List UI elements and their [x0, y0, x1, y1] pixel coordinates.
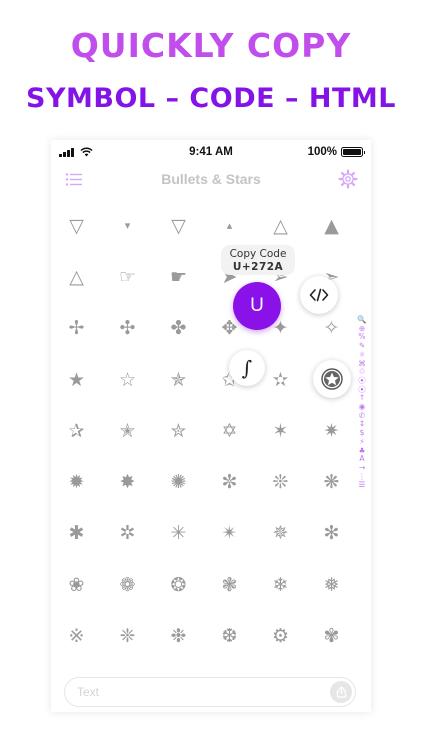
symbol-cell[interactable]: ❉	[153, 610, 204, 661]
symbol-cell[interactable]: ❈	[102, 610, 153, 661]
symbol-cell[interactable]: △	[51, 251, 102, 302]
symbol-cell[interactable]: ✲	[102, 508, 153, 559]
symbol-cell[interactable]: ✯	[153, 354, 204, 405]
symbol-cell[interactable]: ✳	[153, 508, 204, 559]
symbol-cell[interactable]: ✵	[255, 508, 306, 559]
symbol-cell[interactable]: ✻	[306, 508, 357, 559]
text-input-bar[interactable]: Text	[64, 677, 356, 707]
text-input-placeholder: Text	[77, 685, 100, 699]
symbol-cell[interactable]: ✺	[153, 456, 204, 507]
symbol-cell[interactable]: ✼	[204, 456, 255, 507]
code-brackets-icon	[309, 288, 329, 302]
page-title: Bullets & Stars	[161, 171, 261, 187]
share-button[interactable]	[330, 681, 352, 703]
symbol-cell[interactable]: ✹	[51, 456, 102, 507]
symbol-cell[interactable]: ❅	[306, 559, 357, 610]
symbol-cell[interactable]: ✢	[51, 303, 102, 354]
share-icon	[336, 686, 346, 698]
copy-entity-button[interactable]	[313, 360, 351, 398]
copy-code-tooltip: Copy Code U+272A	[221, 245, 295, 275]
symbol-cell[interactable]: ❄	[255, 559, 306, 610]
status-bar: 9:41 AM 100%	[51, 140, 371, 166]
symbol-cell[interactable]: ▽	[153, 200, 204, 251]
section-index[interactable]: 🔍 ⊕% ✎ ☼ ⌘ ♲ ⦿ ⦿ ↑ ◉ ✆ ↕ $ ⚡ ♣ A → ⋮ ☰	[357, 315, 367, 490]
symbol-cell[interactable]: ▴	[204, 200, 255, 251]
copy-symbol-button[interactable]: U	[233, 282, 281, 330]
symbol-cell[interactable]: ★	[51, 354, 102, 405]
symbol-cell[interactable]: ▲	[306, 200, 357, 251]
symbol-cell[interactable]: ☛	[153, 251, 204, 302]
promo-headline: QUICKLY COPY	[70, 26, 352, 65]
symbol-cell[interactable]: ✷	[306, 405, 357, 456]
gear-icon[interactable]	[338, 169, 358, 189]
section-index-item[interactable]: ☰	[359, 481, 366, 490]
circled-star-icon	[321, 368, 343, 390]
phone-screen: 9:41 AM 100% Bullets & Stars ▽ ▾ ▽ ▴ △ ▲…	[51, 140, 371, 712]
symbol-cell[interactable]: ⚙	[255, 610, 306, 661]
symbol-cell[interactable]: ✡	[204, 405, 255, 456]
symbol-cell[interactable]: ❂	[153, 559, 204, 610]
symbol-cell[interactable]: ❆	[204, 610, 255, 661]
symbol-cell[interactable]: ☞	[102, 251, 153, 302]
nav-bar: Bullets & Stars	[51, 166, 371, 194]
symbol-cell[interactable]: △	[255, 200, 306, 251]
symbol-cell[interactable]: ▾	[102, 200, 153, 251]
symbol-cell[interactable]: ☆	[102, 354, 153, 405]
symbol-cell[interactable]: ✸	[102, 456, 153, 507]
symbol-cell[interactable]: ✤	[153, 303, 204, 354]
tooltip-code: U+272A	[232, 261, 284, 273]
symbol-cell[interactable]: ▽	[51, 200, 102, 251]
symbol-cell[interactable]: ❀	[51, 559, 102, 610]
symbol-cell[interactable]: ✶	[255, 405, 306, 456]
symbol-cell[interactable]: ✾	[306, 610, 357, 661]
symbol-cell[interactable]: ❋	[306, 456, 357, 507]
promo-subheadline: SYMBOL – CODE – HTML	[26, 83, 396, 114]
symbol-cell[interactable]: ※	[51, 610, 102, 661]
copy-html-code-button[interactable]	[300, 276, 338, 314]
symbol-grid: ▽▾▽▴△▲△☞☛➤➢➣✢✣✤✥✦✧★☆✯✩✫✪✰✭✮✡✶✷✹✸✺✼❊❋✱✲✳✴…	[51, 200, 361, 662]
symbol-cell[interactable]: ✴	[204, 508, 255, 559]
copy-symbol-label: U	[250, 295, 264, 316]
copy-glyph-button[interactable]: ∫	[229, 350, 265, 386]
symbol-cell[interactable]: ✮	[153, 405, 204, 456]
symbol-cell[interactable]: ❃	[204, 559, 255, 610]
symbol-cell[interactable]: ✰	[51, 405, 102, 456]
tooltip-title: Copy Code	[229, 248, 287, 260]
symbol-cell[interactable]: ✣	[102, 303, 153, 354]
symbol-cell[interactable]: ✭	[102, 405, 153, 456]
symbol-cell[interactable]: ❊	[255, 456, 306, 507]
battery-icon	[341, 147, 365, 157]
symbol-cell[interactable]: ✱	[51, 508, 102, 559]
copy-glyph-label: ∫	[241, 356, 253, 380]
symbol-cell[interactable]: ❁	[102, 559, 153, 610]
battery-percent: 100%	[307, 146, 337, 158]
